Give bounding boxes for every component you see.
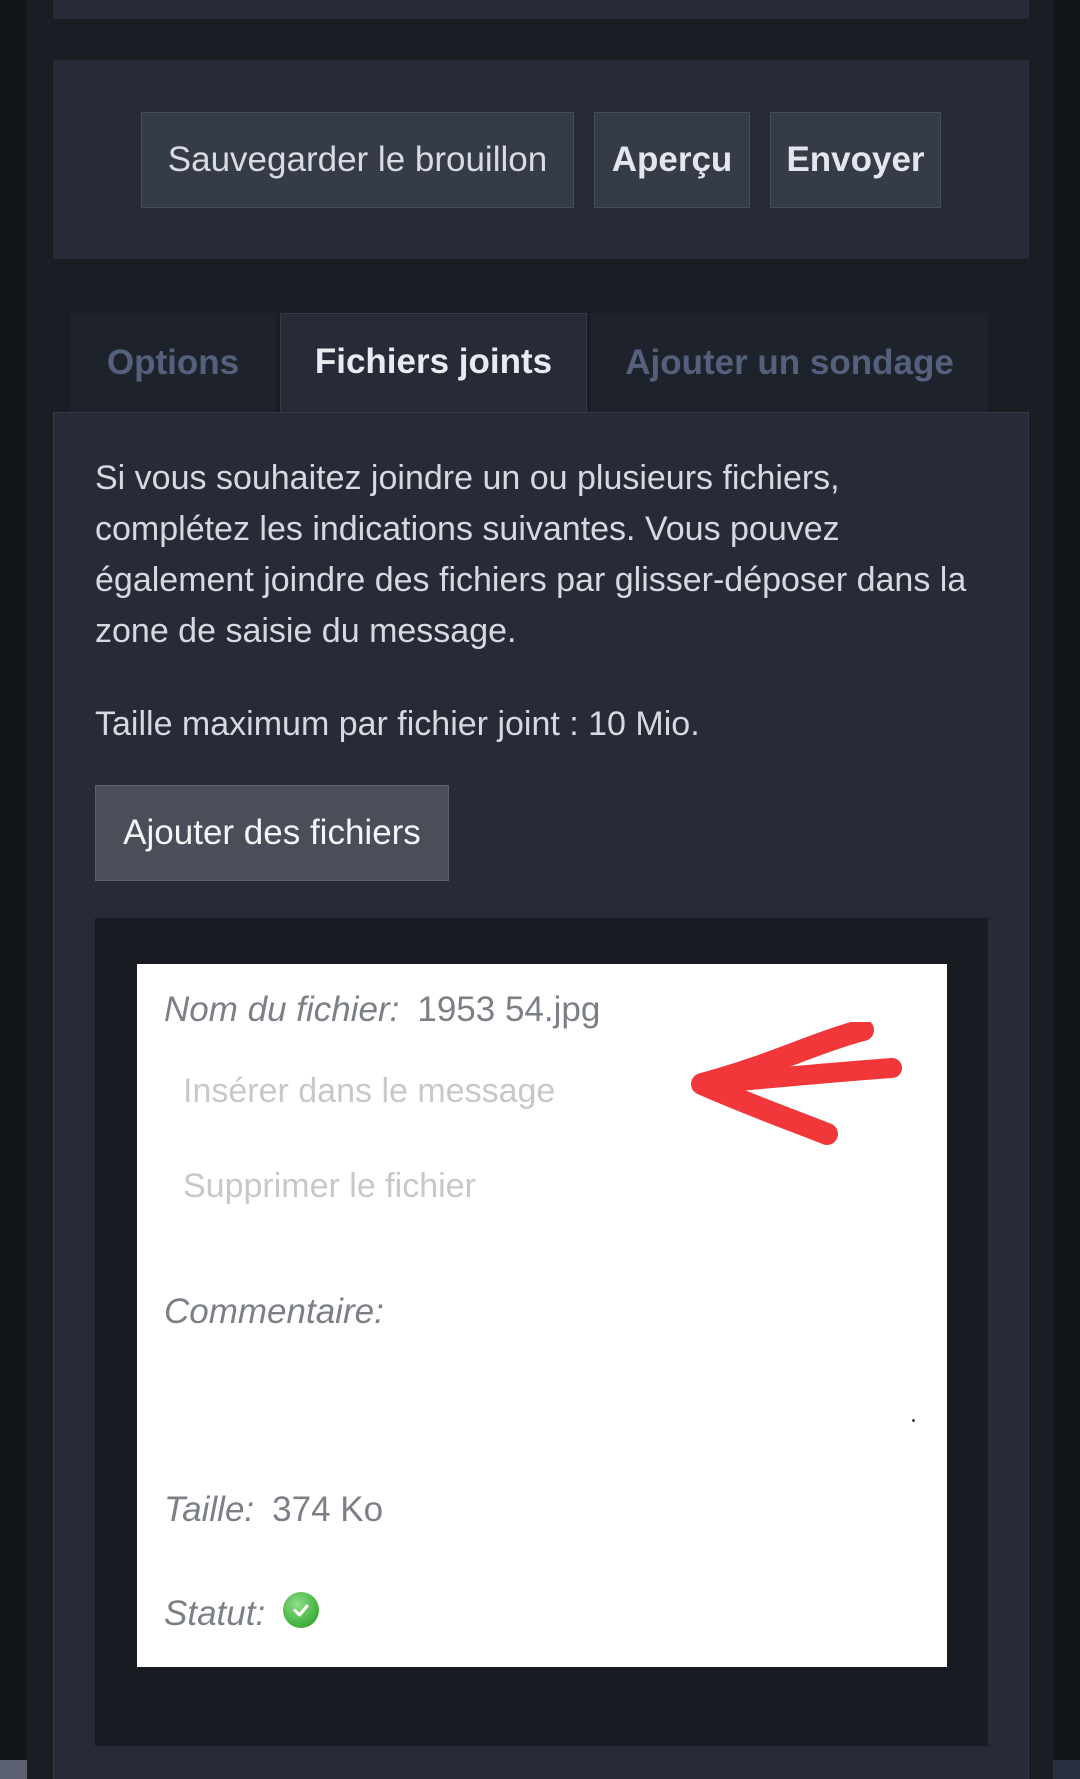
add-files-button[interactable]: Ajouter des fichiers [95, 785, 449, 881]
file-size-value: 374 Ko [272, 1490, 384, 1529]
attachments-intro: Si vous souhaitez joindre un ou plusieur… [95, 459, 967, 650]
tab-options[interactable]: Options [70, 313, 276, 412]
file-name-label: Nom du fichier: [164, 990, 400, 1029]
file-name-value: 1953 54.jpg [417, 990, 601, 1029]
scroll-indicator-right [1053, 1760, 1080, 1779]
preview-button[interactable]: Aperçu [594, 111, 750, 208]
file-item: Nom du fichier: 1953 54.jpg Insérer dans … [137, 964, 947, 1667]
tab-attachments[interactable]: Fichiers joints [280, 313, 587, 414]
insert-in-message-link[interactable]: Insérer dans le message [183, 1072, 555, 1111]
delete-file-link[interactable]: Supprimer le fichier [183, 1167, 476, 1206]
scroll-indicator-left [0, 1760, 27, 1779]
submit-buttons-panel: Sauvegarder le brouillon Aperçu Envoyer [53, 60, 1029, 259]
right-edge [1053, 0, 1080, 1779]
comment-row: Commentaire: [164, 1292, 402, 1332]
file-name-row: Nom du fichier: 1953 54.jpg [164, 990, 600, 1030]
file-status-label: Statut: [164, 1594, 266, 1633]
left-edge [0, 0, 27, 1779]
file-list: Nom du fichier: 1953 54.jpg Insérer dans … [95, 918, 988, 1746]
file-size-row: Taille: 374 Ko [164, 1490, 383, 1530]
file-status-row: Statut: [164, 1592, 320, 1634]
comment-field[interactable] [912, 1419, 915, 1422]
send-button[interactable]: Envoyer [770, 111, 941, 208]
previous-panel-edge [53, 0, 1029, 19]
posting-tabs: Options Fichiers joints Ajouter un sonda… [70, 313, 988, 414]
red-arrow-annotation-icon [691, 1022, 902, 1145]
file-size-label: Taille: [164, 1490, 255, 1529]
check-circle-icon [283, 1592, 320, 1628]
tab-add-poll[interactable]: Ajouter un sondage [591, 313, 988, 412]
max-file-size: Taille maximum par fichier joint : 10 Mi… [95, 705, 700, 743]
attachments-panel: Si vous souhaitez joindre un ou plusieur… [53, 412, 1029, 1779]
save-draft-button[interactable]: Sauvegarder le brouillon [141, 111, 574, 208]
comment-label: Commentaire: [164, 1292, 384, 1331]
page: Sauvegarder le brouillon Aperçu Envoyer … [0, 0, 1080, 1779]
